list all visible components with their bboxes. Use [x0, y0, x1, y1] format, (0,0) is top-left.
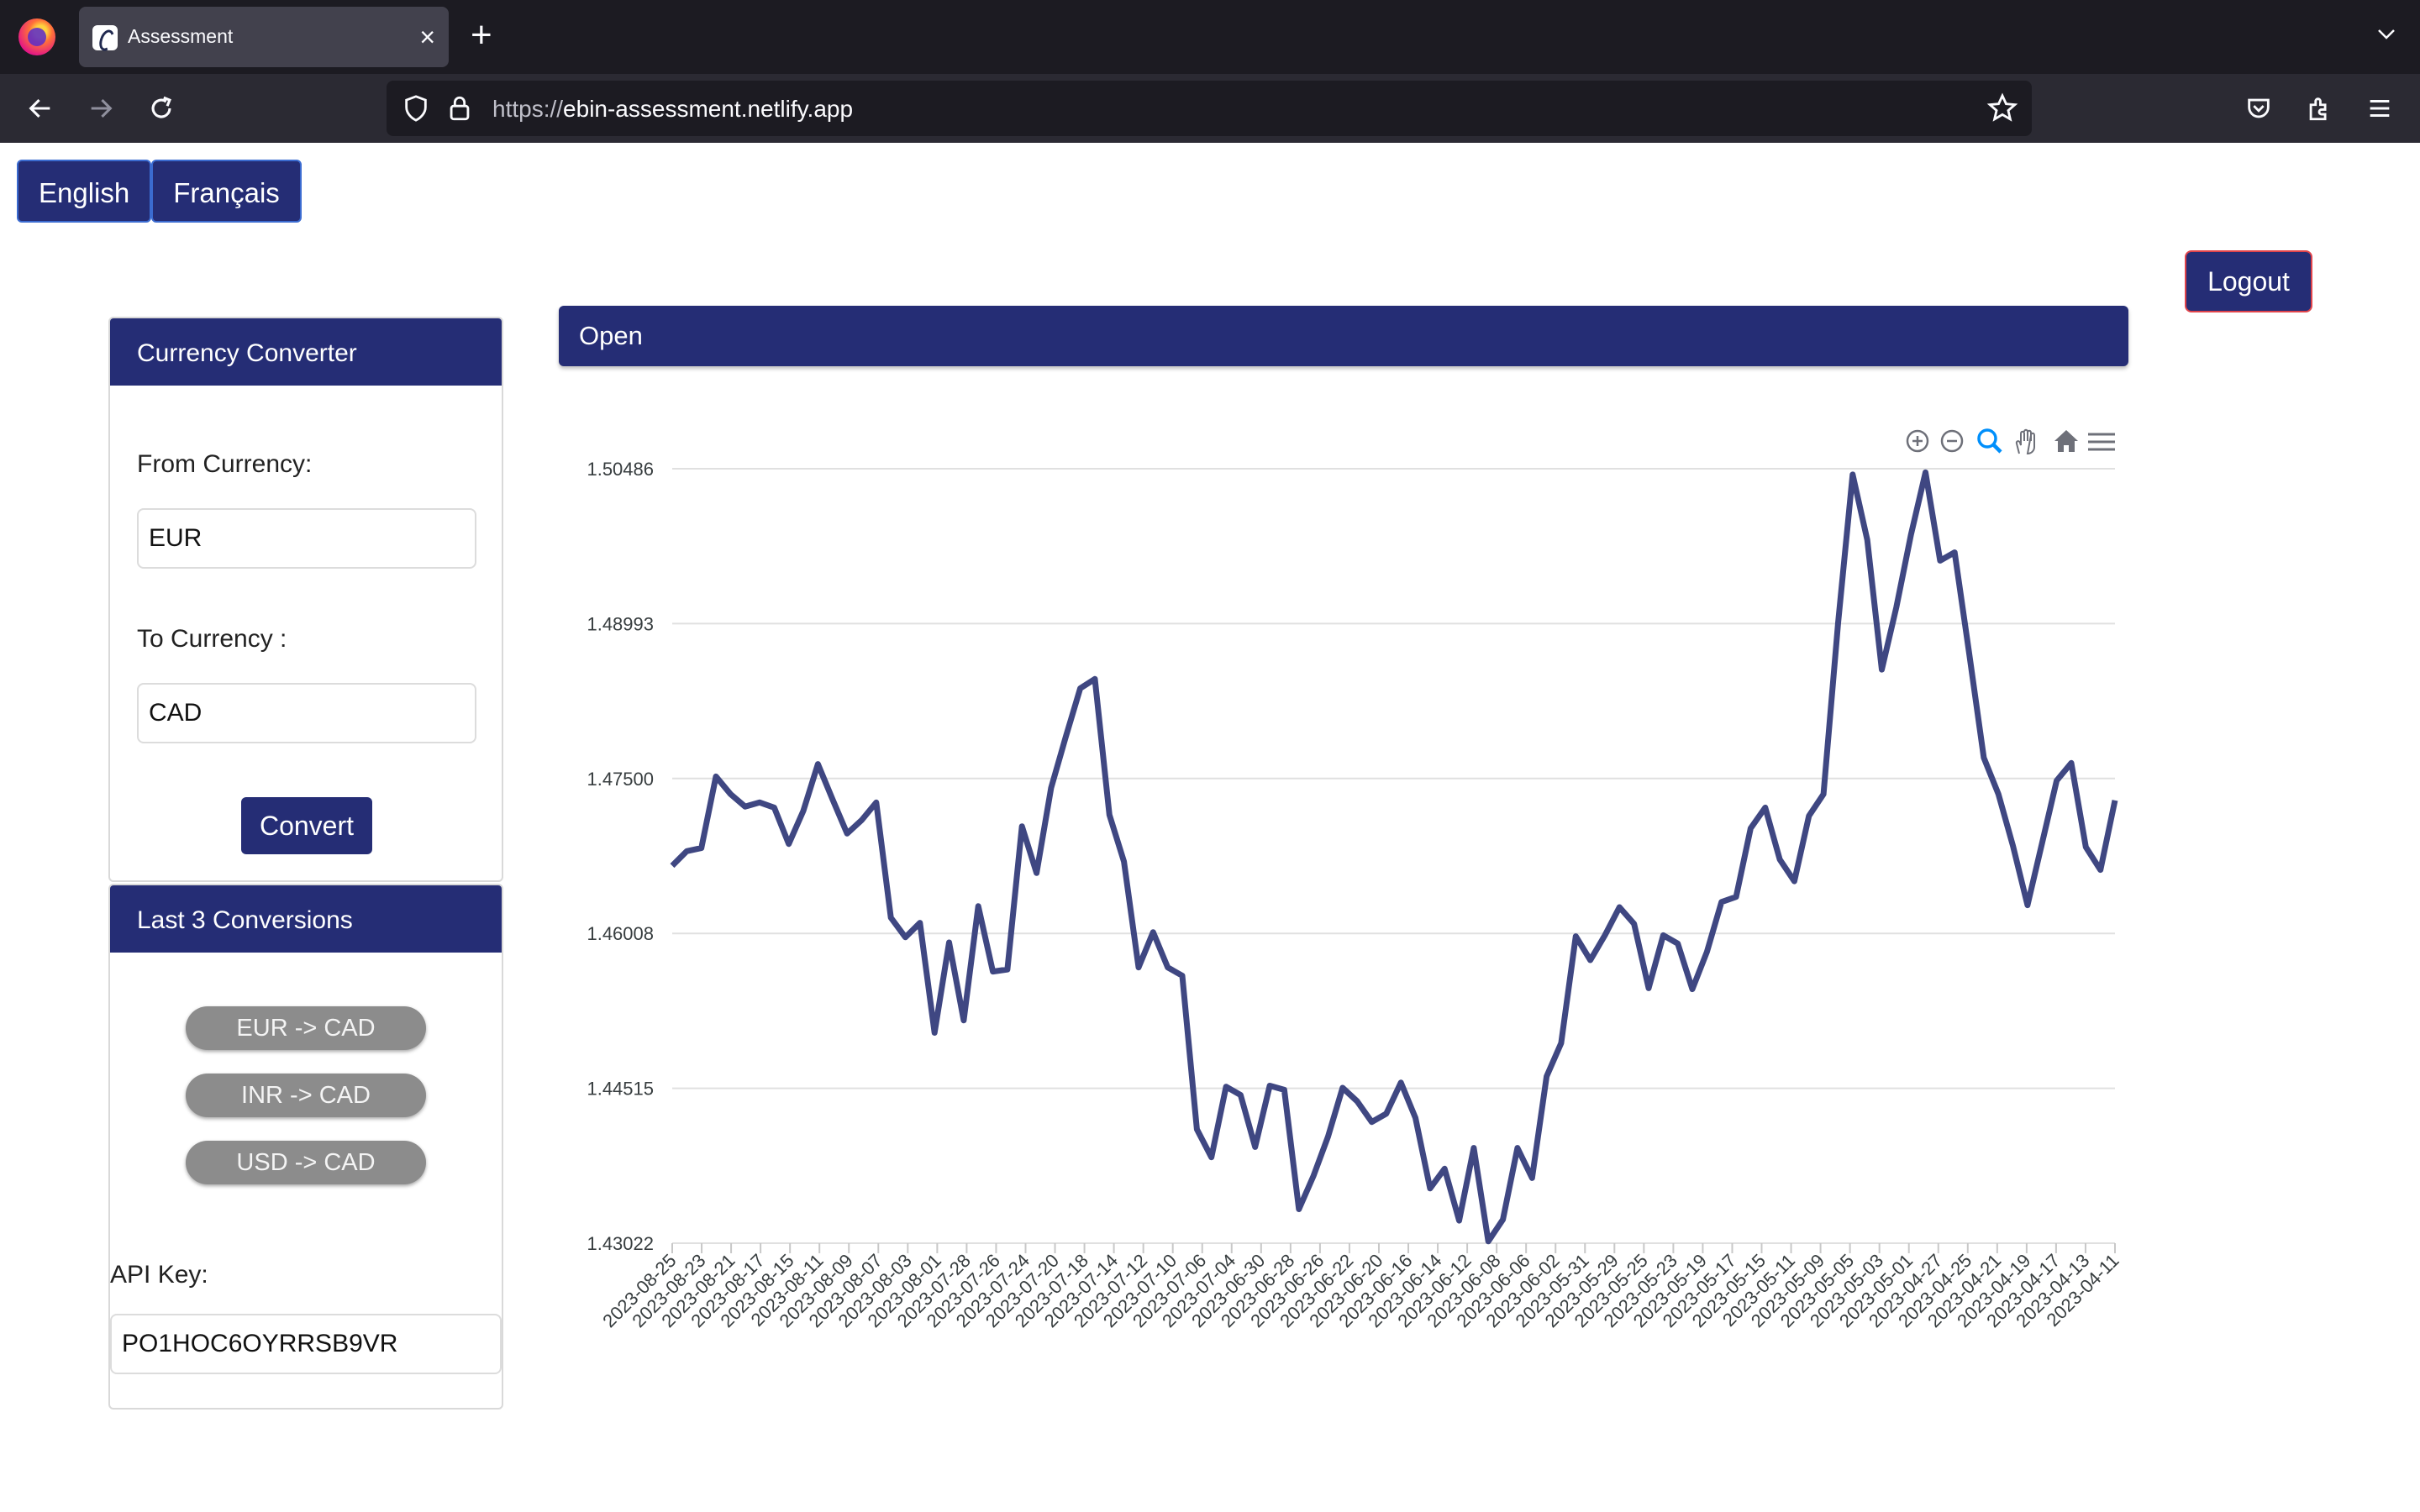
from-currency-input[interactable]: EUR: [137, 508, 476, 569]
to-currency-input[interactable]: CAD: [137, 683, 476, 743]
y-tick-label: 1.44515: [587, 1079, 654, 1100]
url-host: ebin-assessment.netlify.app: [563, 96, 854, 122]
logout-button[interactable]: Logout: [2185, 250, 2312, 312]
last-conversions-card: Last 3 Conversions EUR -> CAD INR -> CAD…: [108, 884, 503, 1410]
reload-icon[interactable]: [141, 89, 182, 128]
from-currency-label: From Currency:: [137, 450, 313, 478]
extensions-icon[interactable]: [2299, 89, 2339, 128]
pocket-icon[interactable]: [2238, 89, 2279, 128]
url-text[interactable]: https://ebin-assessment.netlify.app: [492, 96, 853, 123]
site-favicon-icon: [92, 25, 118, 50]
y-tick-label: 1.46008: [587, 923, 654, 944]
back-arrow-icon[interactable]: [20, 89, 60, 128]
currency-converter-card: Currency Converter From Currency: EUR To…: [108, 317, 503, 882]
pan-hand-icon[interactable]: [2015, 428, 2035, 455]
tab-close-icon[interactable]: ×: [419, 22, 435, 52]
zoom-out-icon[interactable]: [1940, 429, 1964, 453]
shield-icon[interactable]: [402, 94, 430, 123]
api-key-label: API Key:: [110, 1261, 208, 1289]
api-key-input[interactable]: PO1HOC6OYRRSB9VR: [110, 1314, 502, 1374]
forward-arrow-icon[interactable]: [81, 89, 121, 128]
url-scheme: https://: [492, 96, 564, 122]
bookmark-star-icon[interactable]: [1986, 92, 2018, 124]
y-tick-label: 1.43022: [587, 1233, 654, 1254]
chart-toolbar: [1906, 428, 2115, 455]
conversion-history-item[interactable]: INR -> CAD: [186, 1074, 426, 1117]
english-button[interactable]: English: [17, 160, 152, 223]
currency-converter-title: Currency Converter: [110, 318, 502, 386]
browser-tab-bar: Assessment × +: [0, 0, 2420, 74]
tab-title: Assessment: [128, 25, 234, 47]
chevron-down-icon[interactable]: [2376, 24, 2396, 44]
convert-button[interactable]: Convert: [241, 797, 372, 854]
y-tick-label: 1.47500: [587, 769, 654, 790]
conversion-history-item[interactable]: USD -> CAD: [186, 1141, 426, 1184]
to-currency-label: To Currency :: [137, 625, 287, 653]
y-tick-label: 1.50486: [587, 459, 654, 480]
url-bar[interactable]: https://ebin-assessment.netlify.app: [387, 81, 2032, 136]
lock-icon[interactable]: [445, 94, 474, 123]
zoom-in-icon[interactable]: [1906, 429, 1929, 453]
selection-zoom-icon[interactable]: [1977, 428, 2002, 454]
chart-menu-icon[interactable]: [2088, 433, 2115, 451]
last-conversions-title: Last 3 Conversions: [110, 885, 502, 953]
new-tab-button[interactable]: +: [471, 15, 492, 55]
hamburger-menu-icon[interactable]: [2360, 89, 2400, 128]
open-price-line-chart: 1.50486 1.48993 1.47500 1.46008 1.44515 1.430…: [587, 428, 2123, 1331]
conversion-history-item[interactable]: EUR -> CAD: [186, 1006, 426, 1050]
chart-panel-title: Open: [559, 306, 2128, 366]
firefox-logo-icon[interactable]: [18, 18, 55, 55]
reset-home-icon[interactable]: [2054, 430, 2078, 452]
y-tick-label: 1.48993: [587, 613, 654, 634]
french-button[interactable]: Français: [151, 160, 302, 223]
browser-nav-bar: https://ebin-assessment.netlify.app: [0, 74, 2420, 143]
language-switcher: English Français: [17, 160, 302, 223]
chart-series-line: [670, 469, 2118, 1245]
chart-x-axis: 2023-08-252023-08-232023-08-212023-08-17…: [598, 1243, 2123, 1331]
chart-y-axis: 1.50486 1.48993 1.47500 1.46008 1.44515 1.430…: [587, 459, 654, 1254]
browser-tab[interactable]: Assessment ×: [79, 7, 449, 67]
